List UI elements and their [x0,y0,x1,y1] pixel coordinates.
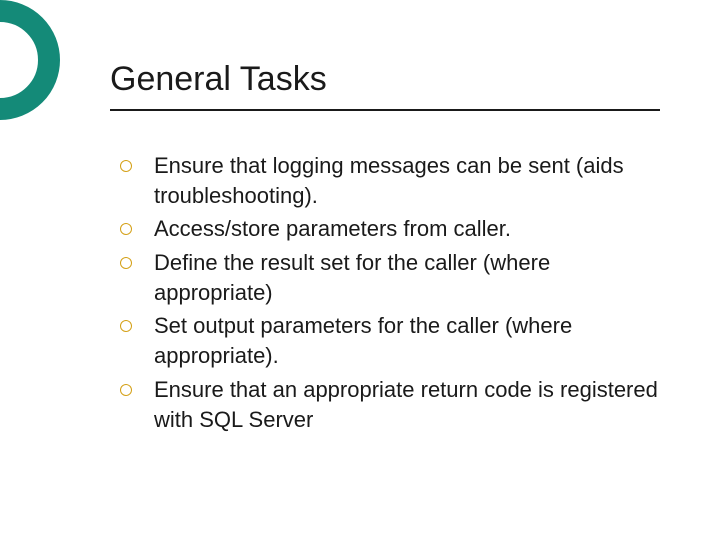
bullet-text: Ensure that an appropriate return code i… [154,375,660,434]
bullet-icon [120,320,132,332]
slide-title: General Tasks [110,60,660,111]
list-item: Ensure that an appropriate return code i… [120,375,660,434]
accent-circle-decoration [0,0,60,120]
bullet-text: Ensure that logging messages can be sent… [154,151,660,210]
bullet-icon [120,223,132,235]
bullet-text: Define the result set for the caller (wh… [154,248,660,307]
slide-content: General Tasks Ensure that logging messag… [110,60,660,438]
bullet-icon [120,257,132,269]
list-item: Define the result set for the caller (wh… [120,248,660,307]
list-item: Access/store parameters from caller. [120,214,660,244]
list-item: Set output parameters for the caller (wh… [120,311,660,370]
list-item: Ensure that logging messages can be sent… [120,151,660,210]
bullet-icon [120,160,132,172]
bullet-text: Set output parameters for the caller (wh… [154,311,660,370]
bullet-text: Access/store parameters from caller. [154,214,660,244]
bullet-list: Ensure that logging messages can be sent… [110,151,660,434]
bullet-icon [120,384,132,396]
